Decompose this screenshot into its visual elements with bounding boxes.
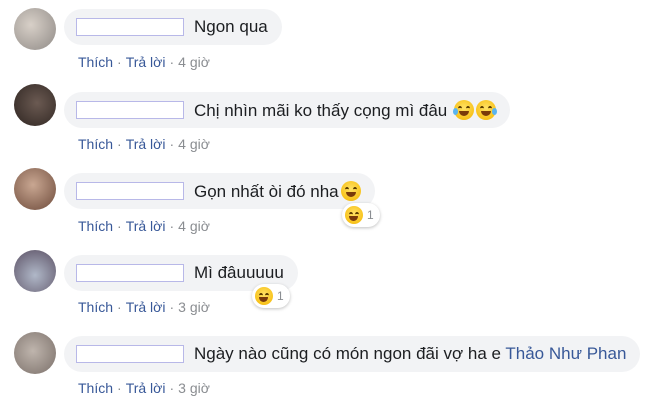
reply-link[interactable]: Trả lời [126,380,166,396]
avatar[interactable] [14,168,56,210]
haha-reaction-icon [345,206,363,224]
avatar[interactable] [14,84,56,126]
comment-text: Chị nhìn mãi ko thấy cọng mì đâu [194,99,497,121]
comment-actions: Thích · Trả lời · 4 giờ [78,136,210,152]
comment-text: Gọn nhất òi đó nha [194,180,361,202]
like-link[interactable]: Thích [78,54,113,70]
comment-actions: Thích · Trả lời · 4 giờ [78,54,210,70]
reply-link[interactable]: Trả lời [126,218,166,234]
avatar[interactable] [14,250,56,292]
reply-link[interactable]: Trả lời [126,136,166,152]
avatar[interactable] [14,8,56,50]
laughing-tears-emoji-icon [475,99,497,120]
like-link[interactable]: Thích [78,218,113,234]
like-link[interactable]: Thích [78,299,113,315]
mention-link[interactable]: Thảo Như Phan [505,344,626,363]
comment-bubble: Ngon qua [64,9,282,45]
redacted-name[interactable] [76,345,184,363]
avatar[interactable] [14,332,56,374]
laughing-tears-emoji-icon [452,99,474,120]
redacted-name[interactable] [76,264,184,282]
timestamp[interactable]: 4 giờ [178,136,210,152]
reaction-count: 1 [367,208,374,222]
redacted-name[interactable] [76,18,184,36]
comment-text: Mì đâuuuuu [194,263,284,282]
timestamp[interactable]: 4 giờ [178,54,210,70]
timestamp[interactable]: 3 giờ [178,299,210,315]
separator: · [169,54,175,70]
rolling-laughing-emoji-icon [340,180,361,201]
comment-bubble: Ngày nào cũng có món ngon đãi vợ ha e Th… [64,336,641,372]
timestamp[interactable]: 4 giờ [178,218,210,234]
redacted-name[interactable] [76,101,184,119]
comment-bubble: Gọn nhất òi đó nha [64,173,375,209]
comment-actions: Thích · Trả lời · 4 giờ [78,218,210,234]
separator: · [169,299,175,315]
separator: · [117,299,122,315]
reaction-badge[interactable]: 1 [342,203,380,227]
redacted-name[interactable] [76,182,184,200]
timestamp[interactable]: 3 giờ [178,380,210,396]
reply-link[interactable]: Trả lời [126,299,166,315]
separator: · [169,136,175,152]
separator: · [117,54,122,70]
comment-bubble: Chị nhìn mãi ko thấy cọng mì đâu [64,92,510,128]
haha-reaction-icon [255,287,273,305]
like-link[interactable]: Thích [78,136,113,152]
separator: · [117,218,122,234]
comment-actions: Thích · Trả lời · 3 giờ [78,380,210,396]
reaction-badge[interactable]: 1 [252,284,290,308]
reaction-count: 1 [277,289,284,303]
comment-text: Ngày nào cũng có món ngon đãi vợ ha e Th… [194,344,627,363]
like-link[interactable]: Thích [78,380,113,396]
separator: · [169,218,175,234]
reply-link[interactable]: Trả lời [126,54,166,70]
comment-text: Ngon qua [194,17,268,36]
comment-actions: Thích · Trả lời · 3 giờ [78,299,210,315]
separator: · [117,380,122,396]
separator: · [117,136,122,152]
separator: · [169,380,175,396]
